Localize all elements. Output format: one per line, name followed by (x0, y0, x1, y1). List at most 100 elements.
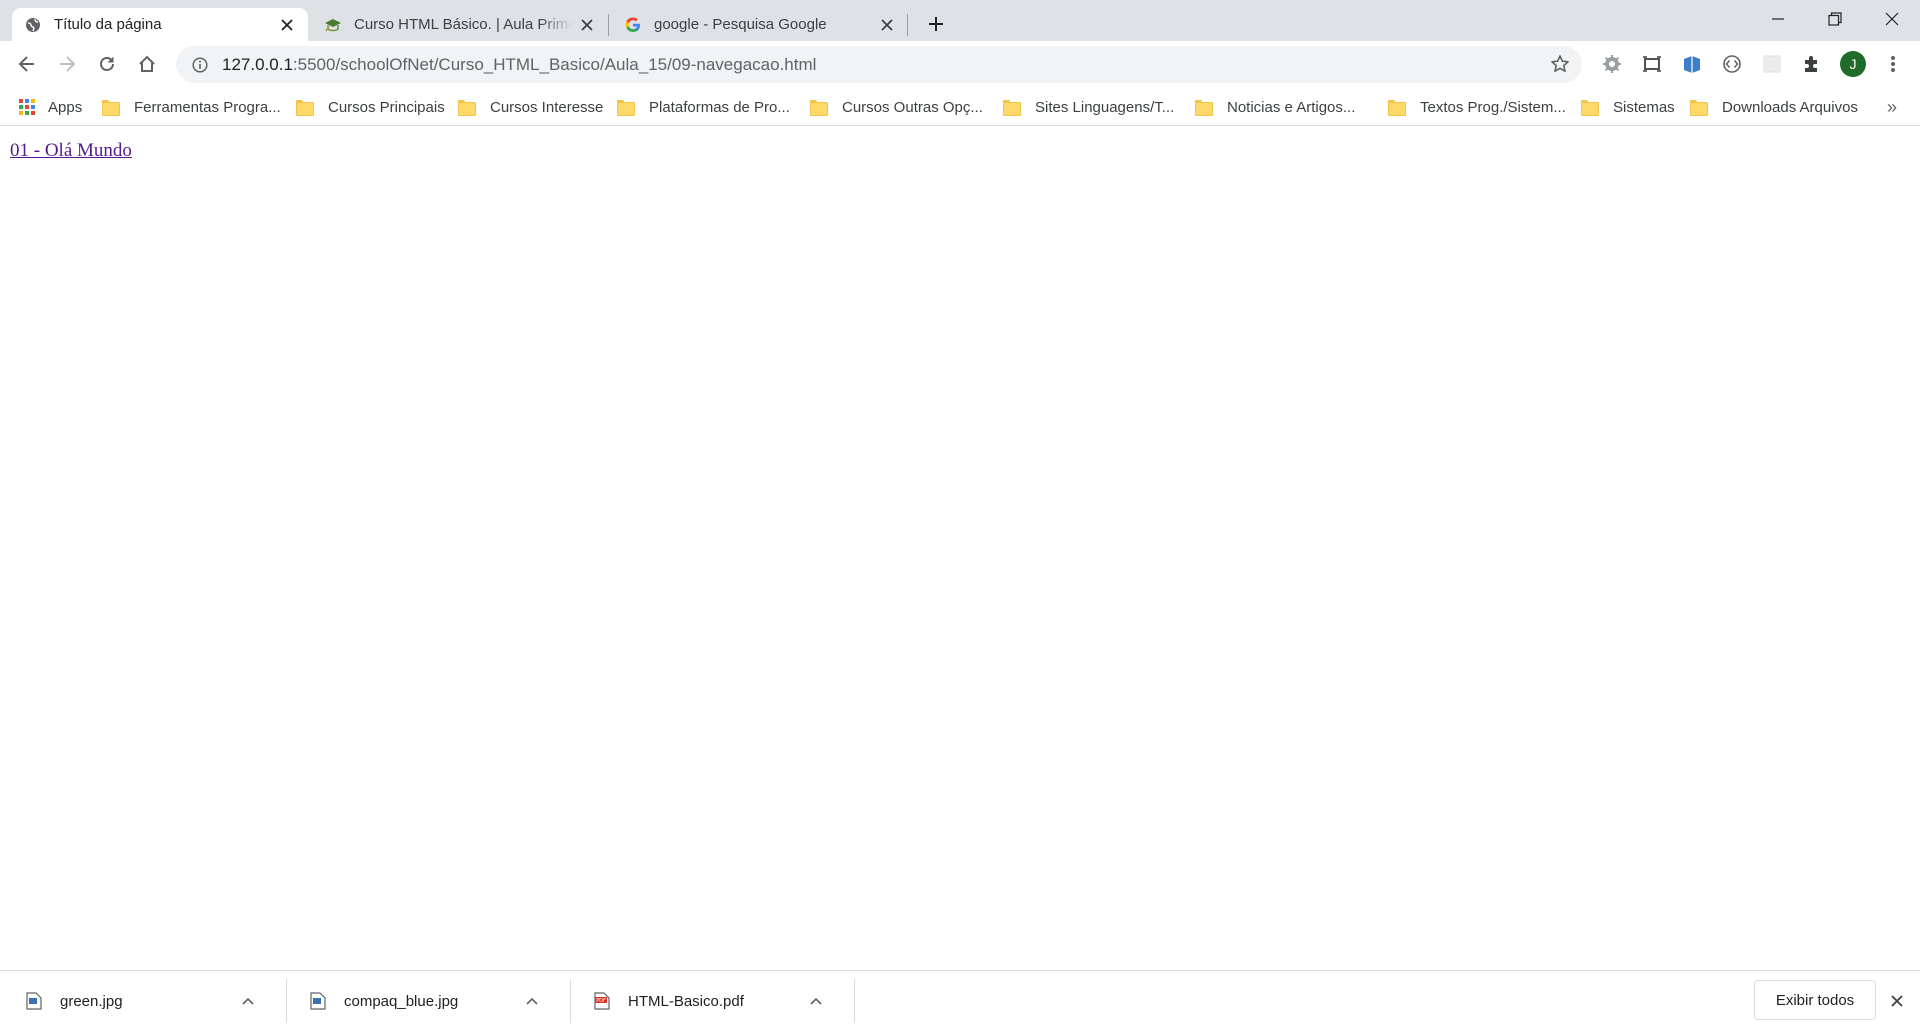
close-icon[interactable] (578, 16, 596, 34)
blank-extension-icon[interactable] (1760, 52, 1784, 76)
bookmark-star-icon[interactable] (1550, 54, 1570, 74)
tab-titulo-da-pagina[interactable]: Título da página (12, 8, 308, 41)
close-icon (1891, 995, 1903, 1007)
back-button[interactable] (11, 48, 43, 80)
arrow-left-icon (18, 56, 34, 72)
tab-separator (608, 14, 609, 36)
puzzle-extensions-icon[interactable] (1800, 52, 1824, 76)
chevron-up-icon[interactable] (522, 991, 542, 1011)
close-window-button[interactable] (1863, 0, 1920, 38)
chevron-up-icon[interactable] (806, 991, 826, 1011)
bookmark-folder[interactable]: Cursos Interesse (458, 95, 603, 119)
reload-icon (100, 57, 114, 71)
bookmarks-bar: Apps Ferramentas Progra... Cursos Princi… (0, 88, 1920, 126)
folder-icon (102, 100, 120, 116)
folder-icon (296, 100, 314, 116)
tab-title: google - Pesquisa Google (654, 16, 827, 33)
bookmark-apps[interactable]: Apps (18, 95, 82, 119)
url-text: 127.0.0.1:5500/schoolOfNet/Curso_HTML_Ba… (222, 55, 816, 75)
new-tab-button[interactable] (922, 10, 950, 38)
address-bar[interactable]: 127.0.0.1:5500/schoolOfNet/Curso_HTML_Ba… (176, 46, 1582, 83)
restore-icon (1827, 12, 1842, 26)
tab-curso-html-basico[interactable]: Curso HTML Básico. | Aula Primeira (312, 8, 608, 41)
apps-grid-icon (18, 98, 36, 116)
bookmark-label: Downloads Arquivos (1722, 98, 1858, 116)
bookmark-folder[interactable]: Sistemas (1581, 95, 1675, 119)
close-icon (1885, 12, 1898, 26)
restore-button[interactable] (1806, 0, 1863, 38)
folder-icon (1388, 100, 1406, 116)
download-item[interactable]: compaq_blue.jpg (284, 981, 568, 1021)
pdf-file-icon: PDF (594, 992, 610, 1010)
bookmarks-overflow-button[interactable]: » (1880, 95, 1904, 119)
bookmark-label: Ferramentas Progra... (134, 98, 281, 116)
svg-text:PDF: PDF (596, 998, 606, 1004)
bookmark-label: Sites Linguagens/T... (1035, 98, 1175, 116)
reload-button[interactable] (91, 48, 123, 80)
bookmark-label: Cursos Principais (328, 98, 445, 116)
folder-icon (1690, 100, 1708, 116)
bookmark-folder[interactable]: Ferramentas Progra... (102, 95, 281, 119)
folder-icon (458, 100, 476, 116)
course-favicon-icon (324, 16, 342, 34)
download-item[interactable]: PDF HTML-Basico.pdf (568, 981, 852, 1021)
bookmark-folder[interactable]: Textos Prog./Sistem... (1388, 95, 1566, 119)
info-icon[interactable] (190, 55, 210, 75)
ola-mundo-link[interactable]: 01 - Olá Mundo (10, 140, 132, 162)
chevron-up-icon[interactable] (238, 991, 258, 1011)
download-separator (854, 979, 855, 1023)
folder-icon (1581, 100, 1599, 116)
close-icon[interactable] (278, 16, 296, 34)
globe-icon (24, 16, 42, 34)
close-icon[interactable] (878, 16, 896, 34)
plus-icon (929, 17, 943, 31)
minimize-button[interactable] (1749, 0, 1806, 38)
home-button[interactable] (131, 48, 163, 80)
avatar-initial: J (1849, 56, 1857, 72)
forward-button[interactable] (51, 48, 83, 80)
image-file-icon (26, 992, 42, 1010)
folder-icon (1195, 100, 1213, 116)
bookmark-folder[interactable]: Plataformas de Pro... (617, 95, 790, 119)
bookmark-folder[interactable]: Cursos Principais (296, 95, 445, 119)
code-extension-icon[interactable] (1720, 52, 1744, 76)
profile-avatar[interactable]: J (1840, 51, 1866, 77)
page-content: 01 - Olá Mundo (0, 127, 1920, 970)
bookmark-label: Apps (48, 98, 83, 116)
close-download-shelf-button[interactable] (1886, 990, 1908, 1012)
tab-title: Título da página (54, 16, 162, 33)
gear-extension-icon[interactable] (1600, 52, 1624, 76)
bookmark-label: Cursos Outras Opç... (842, 98, 983, 116)
bookmark-folder[interactable]: Downloads Arquivos (1690, 95, 1858, 119)
home-icon (139, 55, 155, 72)
more-vertical-icon[interactable] (1881, 52, 1905, 76)
folder-icon (810, 100, 828, 116)
show-all-downloads-button[interactable]: Exibir todos (1754, 980, 1876, 1020)
bookmark-label: Textos Prog./Sistem... (1420, 98, 1566, 116)
tab-separator (907, 14, 908, 36)
book-extension-icon[interactable] (1680, 52, 1704, 76)
download-filename: green.jpg (60, 992, 123, 1010)
download-shelf: green.jpg compaq_blue.jpg PDF HTML-Basic… (0, 970, 1920, 1030)
tab-google-pesquisa[interactable]: google - Pesquisa Google (612, 8, 908, 41)
url-path: :5500/schoolOfNet/Curso_HTML_Basico/Aula… (292, 54, 817, 74)
browser-toolbar: 127.0.0.1:5500/schoolOfNet/Curso_HTML_Ba… (0, 41, 1920, 88)
bookmark-folder[interactable]: Noticias e Artigos... (1195, 95, 1355, 119)
bookmark-label: Cursos Interesse (490, 98, 604, 116)
google-g-icon (624, 16, 642, 34)
url-host: 127.0.0.1 (222, 54, 293, 74)
arrow-right-icon (60, 56, 76, 72)
bookmark-label: Noticias e Artigos... (1227, 98, 1356, 116)
download-filename: HTML-Basico.pdf (628, 992, 744, 1010)
bookmark-folder[interactable]: Sites Linguagens/T... (1003, 95, 1174, 119)
image-file-icon (310, 992, 326, 1010)
tab-title: Curso HTML Básico. | Aula Primeira (354, 16, 572, 33)
tab-strip: Título da página Curso HTML Básico. | Au… (0, 0, 1920, 41)
download-item[interactable]: green.jpg (0, 981, 284, 1021)
screenshot-extension-icon[interactable] (1640, 52, 1664, 76)
bookmark-folder[interactable]: Cursos Outras Opç... (810, 95, 983, 119)
bookmark-label: Sistemas (1613, 98, 1675, 116)
download-filename: compaq_blue.jpg (344, 992, 459, 1010)
minimize-icon (1771, 18, 1784, 20)
folder-icon (1003, 100, 1021, 116)
